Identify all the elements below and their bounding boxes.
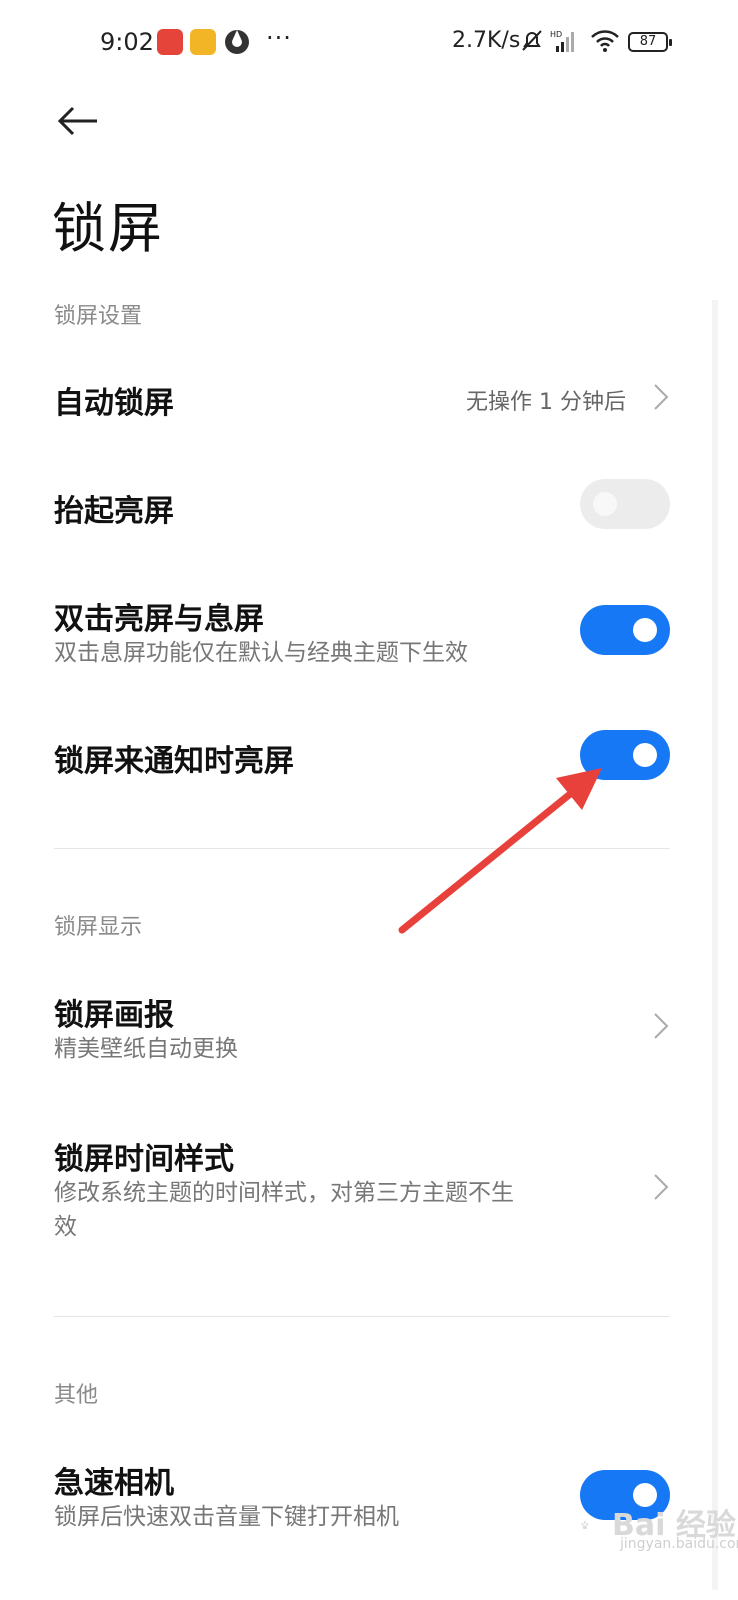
double-tap-toggle[interactable] <box>580 605 670 655</box>
chevron-right-icon <box>654 1174 669 1200</box>
status-bar: 9:02 ··· 2.7K/s HD 87 <box>0 0 738 86</box>
setting-title: 双击亮屏与息屏 <box>54 602 264 637</box>
setting-subtitle-line2: 效 <box>54 1214 77 1240</box>
toggle-knob <box>633 743 657 767</box>
toggle-knob <box>633 618 657 642</box>
raise-to-wake-toggle[interactable] <box>580 479 670 529</box>
setting-title: 锁屏来通知时亮屏 <box>54 744 294 779</box>
chevron-right-icon <box>654 1013 669 1039</box>
signal-hd-icon: HD <box>550 30 574 52</box>
setting-subtitle: 精美壁纸自动更换 <box>54 1036 238 1062</box>
annotation-arrow-icon <box>398 768 602 934</box>
setting-title: 抬起亮屏 <box>54 494 174 529</box>
setting-title: 锁屏画报 <box>54 998 174 1033</box>
toggle-knob <box>593 492 617 516</box>
aperture-app-icon <box>225 30 249 54</box>
setting-value: 无操作 1 分钟后 <box>466 390 626 415</box>
setting-subtitle: 双击息屏功能仅在默认与经典主题下生效 <box>54 640 468 666</box>
net-speed: 2.7K/s <box>452 28 521 53</box>
app-notification-icon <box>157 29 183 55</box>
setting-subtitle-line1: 修改系统主题的时间样式，对第三方主题不生 <box>54 1180 514 1206</box>
section-header-lock-display: 锁屏显示 <box>54 915 143 940</box>
setting-title: 自动锁屏 <box>54 386 174 421</box>
scrollbar-track[interactable] <box>712 300 718 1590</box>
svg-text:HD: HD <box>550 30 562 39</box>
wifi-icon <box>591 30 619 52</box>
more-notifications-icon: ··· <box>266 24 292 52</box>
setting-title: 锁屏时间样式 <box>54 1142 234 1177</box>
chevron-right-icon <box>654 384 669 410</box>
section-header-lock-settings: 锁屏设置 <box>54 304 143 329</box>
battery-icon: 87 <box>628 32 672 52</box>
section-header-other: 其他 <box>54 1383 99 1408</box>
setting-title: 急速相机 <box>54 1466 174 1501</box>
status-time: 9:02 <box>100 28 154 56</box>
weibo-notification-icon <box>190 29 216 55</box>
setting-subtitle: 锁屏后快速双击音量下键打开相机 <box>54 1504 399 1530</box>
watermark-subtext: jingyan.baidu.com <box>620 1536 738 1552</box>
bell-muted-icon <box>522 30 542 51</box>
page-title: 锁屏 <box>52 197 164 260</box>
divider <box>54 1316 670 1317</box>
back-arrow-icon[interactable] <box>55 98 101 144</box>
